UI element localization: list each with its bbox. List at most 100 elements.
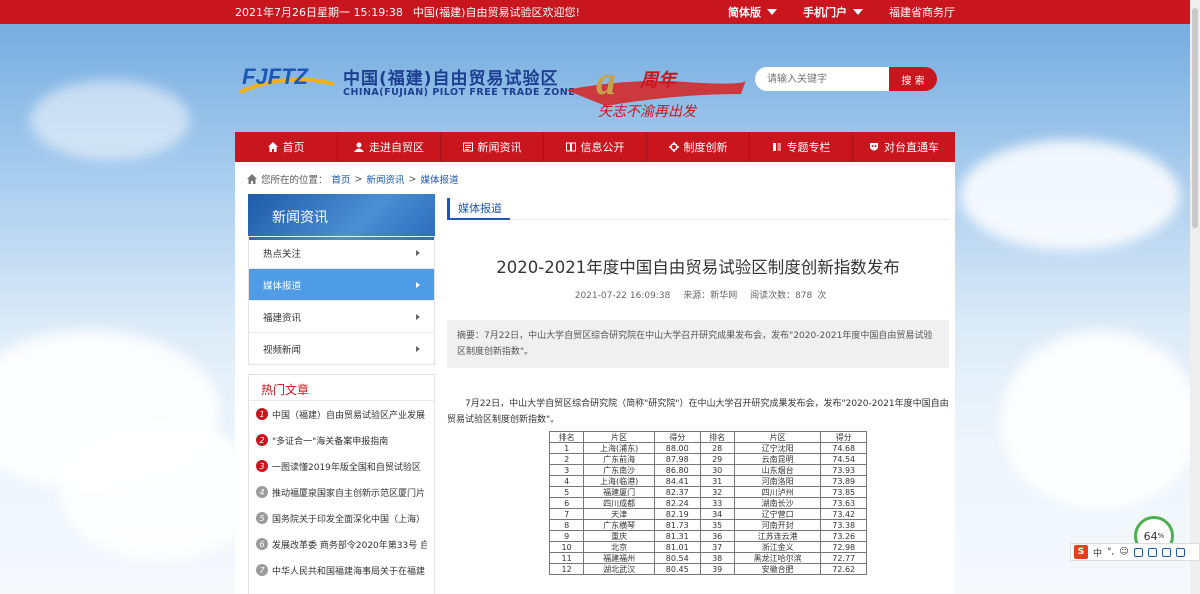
- breadcrumb-link-media[interactable]: 媒体报道: [420, 172, 458, 186]
- table-cell: 39: [699, 563, 735, 575]
- scrollbar-thumb[interactable]: [1192, 8, 1198, 228]
- table-cell: 82.24: [653, 497, 701, 509]
- article-source: 来源：新华网: [683, 291, 738, 301]
- hot-articles-title: 热门文章: [249, 375, 434, 401]
- table-cell: 38: [699, 552, 735, 564]
- section-header: 媒体报道: [447, 198, 949, 220]
- keyboard-icon[interactable]: [1147, 547, 1157, 557]
- chevron-right-icon: [416, 249, 420, 256]
- table-row: 5 福建厦门 82.37 32 四川泸州 73.85: [548, 486, 867, 498]
- mobile-portal-link[interactable]: 手机门户: [803, 4, 863, 20]
- table-cell: 72.62: [820, 563, 867, 575]
- nav-item-innovation[interactable]: 制度创新: [647, 132, 750, 162]
- hot-article-title: 一图读懂2019年版全国和自贸试验区: [272, 462, 421, 473]
- breadcrumb-link-home[interactable]: 首页: [332, 172, 351, 186]
- section-title: 媒体报道: [447, 198, 510, 220]
- table-row: 2 广东前海 87.98 29 云南昆明 74.54: [548, 453, 867, 465]
- table-cell: 81.73: [653, 519, 701, 531]
- nav-item-news[interactable]: 新闻资讯: [441, 132, 544, 162]
- sidebar-item-label: 福建资讯: [263, 312, 302, 324]
- table-cell: 重庆: [583, 530, 655, 542]
- hot-article-item[interactable]: 7 中华人民共和国福建海事局关于在福建: [249, 557, 434, 583]
- sidebar-item-label: 热点关注: [263, 248, 302, 260]
- skin-icon[interactable]: [1161, 547, 1171, 557]
- book-icon: [565, 142, 576, 152]
- table-cell: 73.42: [820, 508, 867, 520]
- table-cell: 3: [548, 464, 585, 476]
- table-cell: 福建福州: [583, 552, 655, 564]
- table-cell: 9: [548, 530, 585, 542]
- table-cell: 黑龙江哈尔滨: [733, 552, 822, 564]
- hot-article-title: 国务院关于印发全面深化中国（上海）: [272, 514, 426, 525]
- breadcrumb-prefix: 您所在的位置：: [261, 175, 328, 186]
- sidebar-item-hot[interactable]: 热点关注: [249, 236, 434, 268]
- nav-item-taiwan[interactable]: 对台直通车: [853, 132, 955, 162]
- home-icon: [247, 174, 257, 184]
- breadcrumb: 您所在的位置： 首页 > 新闻资讯 > 媒体报道: [247, 172, 459, 186]
- table-cell: 江苏连云港: [733, 530, 822, 542]
- table-cell: 1: [548, 442, 585, 454]
- commerce-dept-link[interactable]: 福建省商务厅: [889, 4, 955, 20]
- rank-badge: 7: [256, 564, 268, 576]
- breadcrumb-link-news[interactable]: 新闻资讯: [367, 172, 405, 186]
- nav-item-topics[interactable]: 专题专栏: [750, 132, 853, 162]
- table-cell: 河南开封: [733, 519, 822, 531]
- table-cell: 辽宁营口: [733, 508, 822, 520]
- table-cell: 72.77: [820, 552, 867, 564]
- table-cell: 上海(临港): [583, 475, 655, 487]
- ranking-table-body: 排名 片区 得分 排名 片区 得分 1 上海(浦东) 88.00 28 辽宁沈阳 74.68 2 广东前海…: [548, 431, 867, 575]
- cloud-decoration: [960, 140, 1180, 250]
- toolbox-icon[interactable]: [1175, 547, 1185, 557]
- table-cell: 安徽合肥: [733, 563, 822, 575]
- sidebar-header: 新闻资讯: [248, 194, 435, 240]
- punctuation-icon[interactable]: °,: [1107, 547, 1114, 557]
- version-switch[interactable]: 简体版: [728, 4, 777, 20]
- table-row: 4 上海(临港) 84.41 31 河南洛阳 73.89: [548, 475, 867, 487]
- search-button[interactable]: 搜 索: [889, 67, 937, 91]
- table-cell: 72.98: [820, 541, 867, 553]
- voice-icon[interactable]: [1133, 547, 1143, 557]
- hot-article-item[interactable]: 1 中国（福建）自由贸易试验区产业发展: [249, 401, 434, 427]
- fjftz-logo[interactable]: FJFTZ: [236, 62, 336, 98]
- table-cell: 82.37: [653, 486, 701, 498]
- publish-time: 2021-07-22 16:09:38: [574, 291, 671, 301]
- table-cell: 11: [548, 552, 585, 564]
- nav-item-info[interactable]: 信息公开: [544, 132, 647, 162]
- chevron-right-icon: [416, 313, 420, 320]
- rank-badge: 1: [256, 408, 268, 420]
- mobile-label: 手机门户: [803, 6, 847, 19]
- anniversary-slogan: 矢志不渝再出发: [598, 104, 698, 120]
- home-icon: [267, 142, 278, 152]
- table-row: 10 北京 81.01 37 浙江金义 72.98: [548, 541, 867, 553]
- sidebar-item-fujian[interactable]: 福建资讯: [249, 300, 434, 332]
- sidebar-item-video[interactable]: 视频新闻: [249, 332, 434, 364]
- current-date: 2021年7月26日星期一 15:19:38: [235, 6, 403, 19]
- hot-article-item[interactable]: 5 国务院关于印发全面深化中国（上海）: [249, 505, 434, 531]
- rank-badge: 2: [256, 434, 268, 446]
- ime-toolbar[interactable]: S 中 °, ☺: [1070, 543, 1200, 561]
- table-cell: 12: [548, 563, 585, 575]
- hot-article-item[interactable]: 3 一图读懂2019年版全国和自贸试验区: [249, 453, 434, 479]
- table-cell: 74.68: [820, 442, 867, 454]
- view-count: 阅读次数：878: [750, 291, 813, 301]
- emoji-icon[interactable]: ☺: [1119, 547, 1128, 557]
- ime-logo-icon[interactable]: S: [1074, 545, 1088, 559]
- table-cell: 74.54: [820, 453, 867, 465]
- hot-article-item[interactable]: 2 "多证合一"海关备案申报指南: [249, 427, 434, 453]
- nav-item-home[interactable]: 首页: [235, 132, 338, 162]
- rank-badge: 5: [256, 512, 268, 524]
- hot-article-item[interactable]: 6 发展改革委 商务部令2020年第33号 自: [249, 531, 434, 557]
- sidebar-menu: 热点关注 媒体报道 福建资讯 视频新闻: [248, 236, 435, 365]
- hot-article-item[interactable]: 4 推动福厦泉国家自主创新示范区厦门片: [249, 479, 434, 505]
- chevron-right-icon: [416, 281, 420, 288]
- table-cell: 31: [699, 475, 735, 487]
- sidebar-item-media[interactable]: 媒体报道: [249, 268, 434, 300]
- table-cell: 33: [699, 497, 735, 509]
- page-scrollbar[interactable]: [1190, 0, 1200, 594]
- mask-icon: [870, 143, 878, 151]
- table-cell: 37: [699, 541, 735, 553]
- ime-language-toggle[interactable]: 中: [1093, 546, 1102, 559]
- table-cell: 片区: [733, 431, 822, 443]
- nav-item-about[interactable]: 走进自贸区: [338, 132, 441, 162]
- search-input[interactable]: [755, 67, 889, 91]
